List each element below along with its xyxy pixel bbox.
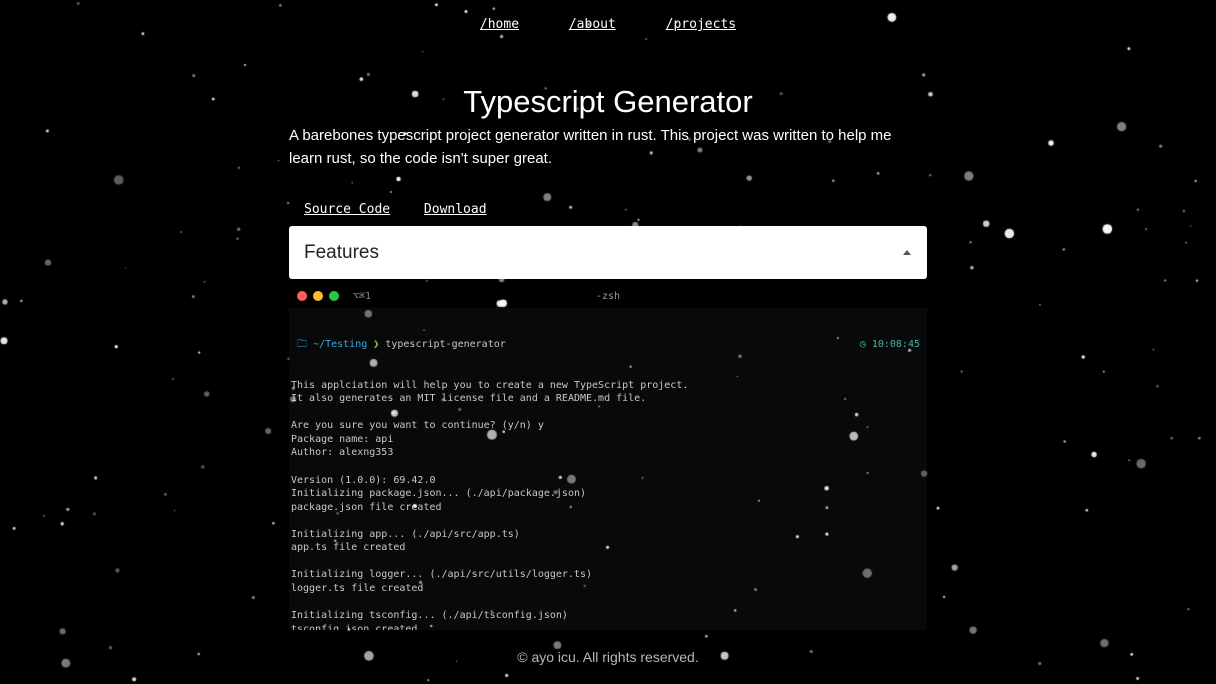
features-accordion-header[interactable]: Features	[289, 226, 927, 279]
terminal-line: This applciation will help you to create…	[291, 379, 689, 391]
download-link[interactable]: Download	[424, 202, 487, 217]
features-accordion-label: Features	[304, 241, 379, 263]
project-links: Source Code Download	[289, 202, 927, 217]
terminal-prompt-line: 🗀 ~/Testing ❯ typescript-generator ◷ 10:0…	[291, 338, 924, 352]
folder-icon: 🗀	[297, 339, 308, 351]
top-nav: /home /about /projects	[0, 17, 1216, 32]
terminal-clock: ◷ 10:08:45	[860, 338, 920, 352]
terminal-line: package.json file created	[291, 501, 442, 513]
project-description: A barebones typescript project generator…	[289, 127, 892, 167]
chevron-up-icon	[903, 250, 911, 255]
clock-icon: ◷	[859, 339, 866, 351]
terminal-clock-time: 10:08:45	[871, 339, 920, 351]
page-title: Typescript Generator	[463, 84, 753, 119]
terminal-line: Initializing app... (./api/src/app.ts)	[291, 528, 520, 540]
terminal-line: Initializing logger... (./api/src/utils/…	[291, 569, 593, 581]
close-window-dot-icon	[297, 291, 307, 301]
terminal-line: Initializing package.json... (./api/pack…	[291, 488, 587, 500]
terminal-line: Version (1.0.0): 69.42.0	[291, 474, 436, 486]
prompt-arrow-icon: ❯	[373, 339, 380, 351]
terminal-screenshot: ⌥⌘1 -zsh 🗀 ~/Testing ❯ typescript-genera…	[289, 284, 927, 630]
terminal-tab-shortcut: ⌥⌘1	[353, 290, 372, 302]
terminal-output-lines: This applciation will help you to create…	[291, 379, 924, 630]
nav-link-home[interactable]: /home	[480, 17, 519, 32]
project-content: Typescript Generator A barebones typescr…	[289, 84, 927, 279]
terminal-line: logger.ts file created	[291, 582, 424, 594]
terminal-line: Are you sure you want to continue? (y/n)…	[291, 420, 544, 432]
terminal-titlebar: ⌥⌘1 -zsh	[289, 284, 927, 308]
source-code-link[interactable]: Source Code	[304, 202, 390, 217]
terminal-line: Author: alexng353	[291, 447, 394, 459]
prompt-directory: ~/Testing	[313, 339, 368, 351]
nav-link-projects[interactable]: /projects	[666, 17, 736, 32]
terminal-window-title: -zsh	[595, 290, 621, 302]
footer-copyright: © ayo icu. All rights reserved.	[517, 649, 699, 665]
nav-link-about[interactable]: /about	[569, 17, 616, 32]
minimize-window-dot-icon	[313, 291, 323, 301]
terminal-line: Initializing tsconfig... (./api/tsconfig…	[291, 610, 568, 622]
terminal-line: app.ts file created	[291, 542, 406, 554]
prompt-command: typescript-generator	[385, 339, 506, 351]
terminal-output: 🗀 ~/Testing ❯ typescript-generator ◷ 10:0…	[289, 308, 927, 630]
maximize-window-dot-icon	[329, 291, 339, 301]
terminal-line: It also generates an MIT license file an…	[291, 393, 647, 405]
terminal-line: Package name: api	[291, 433, 394, 445]
terminal-line: tsconfig.json created	[291, 623, 418, 630]
